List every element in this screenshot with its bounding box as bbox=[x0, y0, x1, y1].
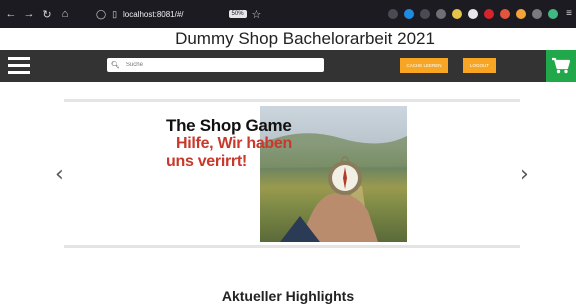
bookmark-star-icon[interactable]: ☆ bbox=[252, 8, 262, 21]
reload-icon[interactable]: ↻ bbox=[40, 8, 54, 21]
extension-icons: ≡ bbox=[388, 0, 576, 28]
search-icon[interactable]: 🔍︎ bbox=[111, 61, 120, 69]
cart-button[interactable] bbox=[546, 50, 576, 82]
clear-cache-button[interactable]: CACHE LEEREN bbox=[400, 58, 448, 73]
extension-icon-4[interactable] bbox=[500, 9, 510, 19]
top-navigation: 🔍︎ CACHE LEEREN LOGOUT bbox=[0, 50, 576, 82]
shopping-cart-icon bbox=[552, 57, 571, 74]
extension-icon-3[interactable] bbox=[468, 9, 478, 19]
forward-icon[interactable]: → bbox=[22, 8, 36, 20]
browser-toolbar: ← → ↻ ⌂ ◯ ▯ localhost:8081/#/ 50% ☆ ≡ bbox=[0, 0, 576, 28]
vue-devtools-icon[interactable] bbox=[548, 9, 558, 19]
search-input[interactable] bbox=[125, 62, 316, 68]
extension-icon-1[interactable] bbox=[436, 9, 446, 19]
carousel-slide-banner[interactable]: The Shop Game Hilfe, Wir haben uns verir… bbox=[162, 106, 407, 242]
zoom-badge[interactable]: 50% bbox=[228, 10, 247, 18]
extension-icon-6[interactable] bbox=[532, 9, 542, 19]
banner-subtitle-line2: uns verirrt! bbox=[166, 153, 247, 170]
page-title: Dummy Shop Bachelorarbeit 2021 bbox=[175, 29, 435, 48]
banner-subtitle-line1: Hilfe, Wir haben bbox=[176, 135, 292, 152]
carousel: ‹ › The Shop Game Hilfe, Wir haben uns v… bbox=[0, 82, 576, 262]
carousel-bottom-divider bbox=[64, 245, 520, 248]
address-bar[interactable]: ◯ ▯ localhost:8081/#/ 50% ☆ bbox=[96, 5, 351, 23]
extension-icon-5[interactable] bbox=[516, 9, 526, 19]
url-text: localhost:8081/#/ bbox=[123, 9, 184, 19]
library-icon[interactable] bbox=[420, 9, 430, 19]
pocket-icon[interactable] bbox=[388, 9, 398, 19]
download-icon[interactable] bbox=[404, 9, 414, 19]
logout-button[interactable]: LOGOUT bbox=[463, 58, 496, 73]
section-heading: Aktueller Highlights bbox=[221, 288, 355, 304]
home-icon[interactable]: ⌂ bbox=[58, 8, 72, 20]
carousel-top-divider bbox=[64, 99, 520, 102]
back-icon[interactable]: ← bbox=[4, 8, 18, 20]
menu-icon[interactable]: ≡ bbox=[564, 9, 574, 19]
search-bar[interactable]: 🔍︎ bbox=[107, 58, 324, 72]
shield-icon: ◯ bbox=[96, 8, 107, 19]
carousel-next-icon[interactable]: › bbox=[520, 162, 529, 187]
carousel-prev-icon[interactable]: ‹ bbox=[55, 162, 64, 187]
banner-title: The Shop Game bbox=[166, 116, 292, 135]
extension-icon-2[interactable] bbox=[452, 9, 462, 19]
hamburger-menu-icon[interactable] bbox=[8, 57, 30, 74]
page-icon: ▯ bbox=[112, 8, 118, 19]
adblock-icon[interactable] bbox=[484, 9, 494, 19]
